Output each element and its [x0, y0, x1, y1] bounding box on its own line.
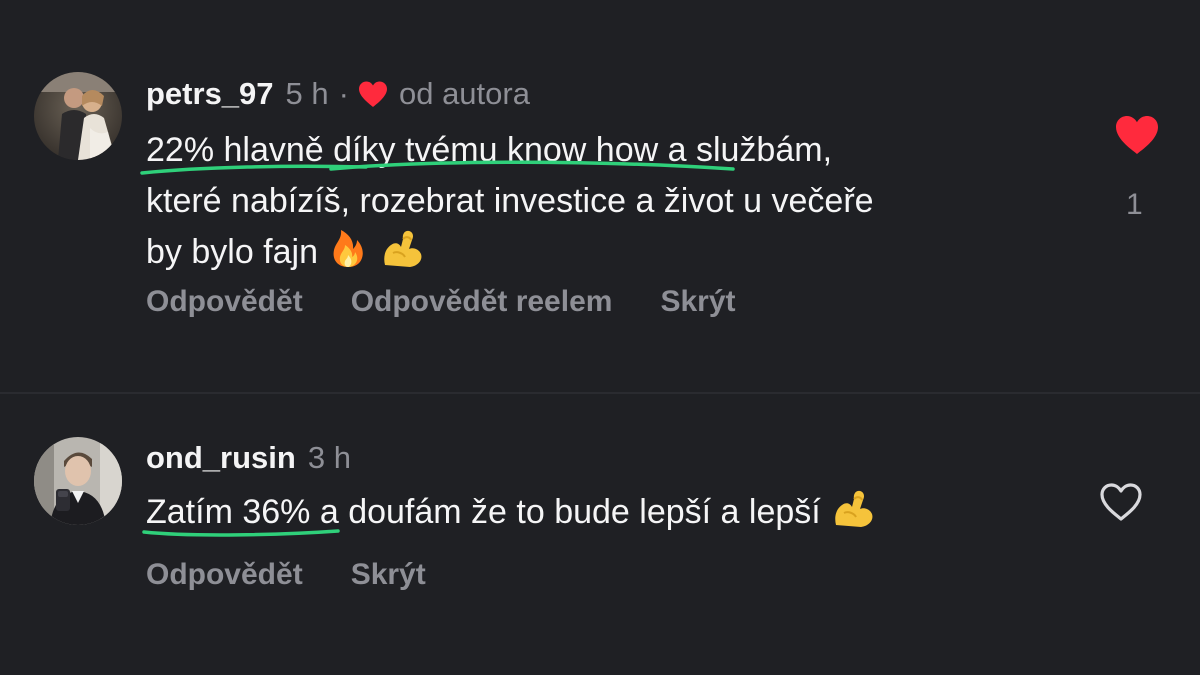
comment-line-3: by bylo fajn — [146, 227, 874, 284]
username[interactable]: petrs_97 — [146, 76, 274, 112]
heart-icon — [357, 80, 389, 108]
highlighted-text: 22% hlavně — [140, 125, 368, 176]
avatar[interactable] — [34, 72, 122, 160]
highlight-1-text: 22% hlavně — [146, 131, 324, 169]
comment-line-1: Zatím 36% a doufám že to bude lepší a le… — [142, 487, 876, 544]
username[interactable]: ond_rusin — [146, 440, 296, 476]
highlighted-text: díky tvému know how — [329, 125, 735, 176]
comment-text: 22% hlavně díky tvému know how a službám… — [140, 125, 874, 284]
hide-button[interactable]: Skrýt — [660, 285, 735, 319]
reply-button[interactable]: Odpovědět — [146, 285, 303, 319]
comment-actions: Odpovědět Skrýt — [146, 558, 474, 592]
avatar[interactable] — [34, 437, 122, 525]
fire-emoji — [327, 227, 369, 284]
like-button[interactable] — [1114, 114, 1160, 161]
flexed-biceps-emoji — [830, 487, 876, 544]
timestamp: 3 h — [307, 440, 351, 475]
comment-text-rest: a službám, — [658, 131, 833, 169]
comment-line-1: 22% hlavně díky tvému know how a službám… — [140, 125, 874, 176]
avatar-image — [34, 72, 122, 160]
reply-with-reel-button[interactable]: Odpovědět reelem — [351, 285, 613, 319]
meta-separator: · — [338, 76, 349, 111]
comment-meta: petrs_97 5 h · od autora — [146, 76, 530, 112]
comment-meta: ond_rusin 3 h — [146, 440, 351, 476]
highlight-1-text: Zatím 36% — [146, 493, 311, 531]
like-button[interactable] — [1098, 481, 1144, 528]
timestamp: 5 h — [285, 76, 329, 111]
avatar-image — [34, 437, 122, 525]
like-count: 1 — [1126, 188, 1143, 221]
comment-text-rest: a doufám že to bude lepší a lepší — [310, 493, 831, 531]
heart-outline-icon — [1100, 483, 1142, 521]
comment-text: Zatím 36% a doufám že to bude lepší a le… — [142, 487, 876, 544]
comment-ond-rusin: ond_rusin 3 h Zatím 36% a doufám že to b… — [0, 394, 1200, 675]
by-author-badge: od autora — [398, 76, 530, 111]
hide-button[interactable]: Skrýt — [351, 558, 426, 592]
comment-petrs-97: petrs_97 5 h · od autora 22% hlavně díky… — [0, 0, 1200, 392]
highlight-2-text: díky tvému know how — [333, 131, 659, 169]
comment-line-2: které nabízíš, rozebrat investice a živo… — [146, 182, 874, 220]
heart-filled-icon — [1116, 116, 1158, 154]
reply-button[interactable]: Odpovědět — [146, 558, 303, 592]
comment-line-3-text: by bylo fajn — [146, 233, 328, 271]
highlighted-text: Zatím 36% — [142, 487, 340, 538]
comment-actions: Odpovědět Odpovědět reelem Skrýt — [146, 285, 784, 319]
flexed-biceps-emoji — [379, 227, 425, 284]
